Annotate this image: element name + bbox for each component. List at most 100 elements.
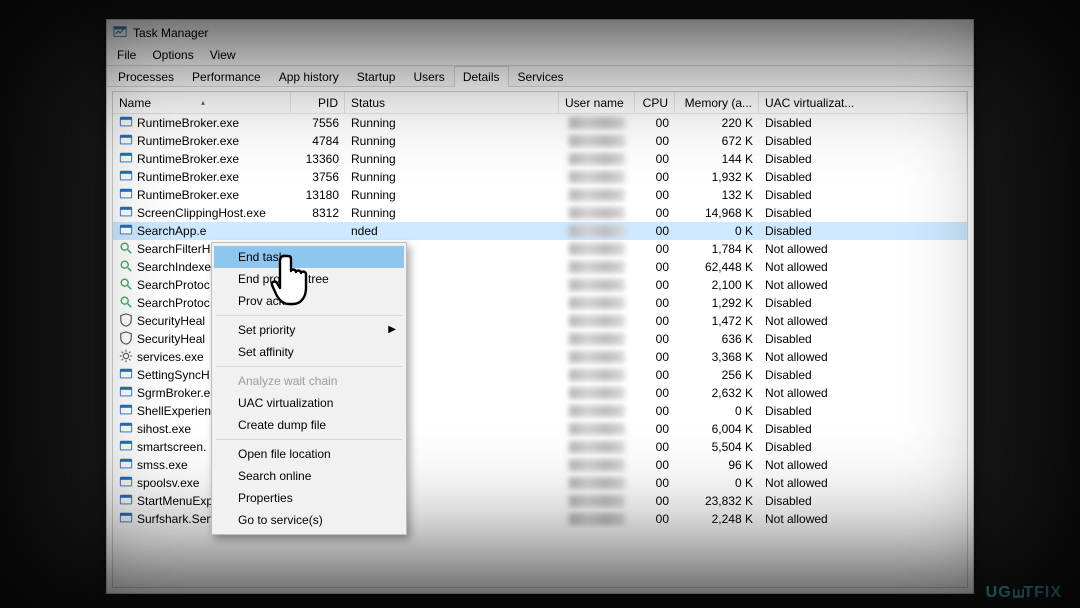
tab-services[interactable]: Services	[509, 66, 573, 87]
menu-view[interactable]: View	[202, 46, 244, 65]
menu-item-set-affinity[interactable]: Set affinity	[214, 341, 404, 363]
menu-item-go-to-service-s-[interactable]: Go to service(s)	[214, 509, 404, 531]
cell-cpu: 00	[635, 420, 675, 438]
cell-uac: Not allowed	[759, 258, 967, 276]
cell-uac: Disabled	[759, 366, 967, 384]
process-name: spoolsv.exe	[137, 476, 199, 490]
process-name: SgrmBroker.e	[137, 386, 210, 400]
table-row[interactable]: RuntimeBroker.exe13360Running00144 KDisa…	[113, 150, 967, 168]
table-row[interactable]: ScreenClippingHost.exe8312Running0014,96…	[113, 204, 967, 222]
process-icon	[119, 403, 133, 420]
header-memory[interactable]: Memory (a...	[675, 92, 759, 113]
menu-item-create-dump-file[interactable]: Create dump file	[214, 414, 404, 436]
cell-uac: Not allowed	[759, 474, 967, 492]
header-uac[interactable]: UAC virtualizat...	[759, 92, 967, 113]
process-name: RuntimeBroker.exe	[137, 170, 239, 184]
tab-users[interactable]: Users	[404, 66, 453, 87]
menu-options[interactable]: Options	[144, 46, 201, 65]
cell-cpu: 00	[635, 474, 675, 492]
menu-item-analyze-wait-chain: Analyze wait chain	[214, 370, 404, 392]
process-icon	[119, 295, 133, 312]
menu-separator	[216, 366, 402, 367]
cell-memory: 636 K	[675, 330, 759, 348]
menu-item-properties[interactable]: Properties	[214, 487, 404, 509]
tab-processes[interactable]: Processes	[109, 66, 183, 87]
cell-memory: 672 K	[675, 132, 759, 150]
cell-pid: 13360	[291, 150, 345, 168]
cell-user	[559, 474, 635, 492]
menu-item-open-file-location[interactable]: Open file location	[214, 443, 404, 465]
menu-item-uac-virtualization[interactable]: UAC virtualization	[214, 392, 404, 414]
cell-memory: 14,968 K	[675, 204, 759, 222]
process-icon	[119, 385, 133, 402]
cell-user	[559, 492, 635, 510]
cell-memory: 0 K	[675, 402, 759, 420]
cell-cpu: 00	[635, 366, 675, 384]
process-name: SearchProtoc	[137, 278, 210, 292]
header-name[interactable]: Name▴	[113, 92, 291, 113]
cell-memory: 6,004 K	[675, 420, 759, 438]
cell-uac: Disabled	[759, 330, 967, 348]
table-row[interactable]: SearchApp.ended000 KDisabled	[113, 222, 967, 240]
header-pid[interactable]: PID	[291, 92, 345, 113]
table-row[interactable]: RuntimeBroker.exe4784Running00672 KDisab…	[113, 132, 967, 150]
tabstrip: Processes Performance App history Startu…	[107, 65, 973, 87]
cell-cpu: 00	[635, 276, 675, 294]
cell-status: nded	[345, 222, 559, 240]
titlebar[interactable]: Task Manager	[107, 20, 973, 46]
menu-item-provide-feedback[interactable]: Prov ack	[214, 290, 404, 312]
process-icon	[119, 493, 133, 510]
process-name: SearchProtoc	[137, 296, 210, 310]
context-menu[interactable]: End taskEnd process treeProv ack Set prio…	[211, 242, 407, 535]
menu-item-end-process-tree[interactable]: End process tree	[214, 268, 404, 290]
process-icon	[119, 349, 133, 366]
table-row[interactable]: RuntimeBroker.exe7556Running00220 KDisab…	[113, 114, 967, 132]
cell-uac: Disabled	[759, 114, 967, 132]
cell-status: Running	[345, 168, 559, 186]
tab-details[interactable]: Details	[454, 66, 509, 87]
cell-cpu: 00	[635, 168, 675, 186]
cell-user	[559, 114, 635, 132]
cell-uac: Disabled	[759, 222, 967, 240]
menu-file[interactable]: File	[109, 46, 144, 65]
cell-memory: 256 K	[675, 366, 759, 384]
process-name: RuntimeBroker.exe	[137, 188, 239, 202]
process-icon	[119, 511, 133, 528]
cell-user	[559, 366, 635, 384]
cell-memory: 1,292 K	[675, 294, 759, 312]
cell-cpu: 00	[635, 222, 675, 240]
menu-separator	[216, 315, 402, 316]
process-icon	[119, 169, 133, 186]
table-row[interactable]: RuntimeBroker.exe13180Running00132 KDisa…	[113, 186, 967, 204]
cell-user	[559, 330, 635, 348]
header-user[interactable]: User name	[559, 92, 635, 113]
tab-startup[interactable]: Startup	[348, 66, 405, 87]
process-name: smartscreen.	[137, 440, 206, 454]
cell-uac: Disabled	[759, 402, 967, 420]
header-status[interactable]: Status	[345, 92, 559, 113]
cell-pid	[291, 222, 345, 240]
process-name: ScreenClippingHost.exe	[137, 206, 266, 220]
column-headers: Name▴ PID Status User name CPU Memory (a…	[113, 92, 967, 114]
menubar: File Options View	[107, 46, 973, 65]
cell-cpu: 00	[635, 492, 675, 510]
cell-uac: Disabled	[759, 204, 967, 222]
cell-uac: Disabled	[759, 186, 967, 204]
menu-item-set-priority[interactable]: Set priority▶	[214, 319, 404, 341]
process-name: SearchIndexe	[137, 260, 211, 274]
cell-memory: 2,632 K	[675, 384, 759, 402]
header-cpu[interactable]: CPU	[635, 92, 675, 113]
process-icon	[119, 421, 133, 438]
window-title: Task Manager	[133, 26, 208, 40]
tab-app-history[interactable]: App history	[270, 66, 348, 87]
process-icon	[119, 187, 133, 204]
menu-item-end-task[interactable]: End task	[214, 246, 404, 268]
process-name: services.exe	[137, 350, 204, 364]
tab-performance[interactable]: Performance	[183, 66, 270, 87]
process-name: sihost.exe	[137, 422, 191, 436]
table-row[interactable]: RuntimeBroker.exe3756Running001,932 KDis…	[113, 168, 967, 186]
menu-item-search-online[interactable]: Search online	[214, 465, 404, 487]
cell-cpu: 00	[635, 114, 675, 132]
cell-user	[559, 510, 635, 528]
cell-cpu: 00	[635, 258, 675, 276]
